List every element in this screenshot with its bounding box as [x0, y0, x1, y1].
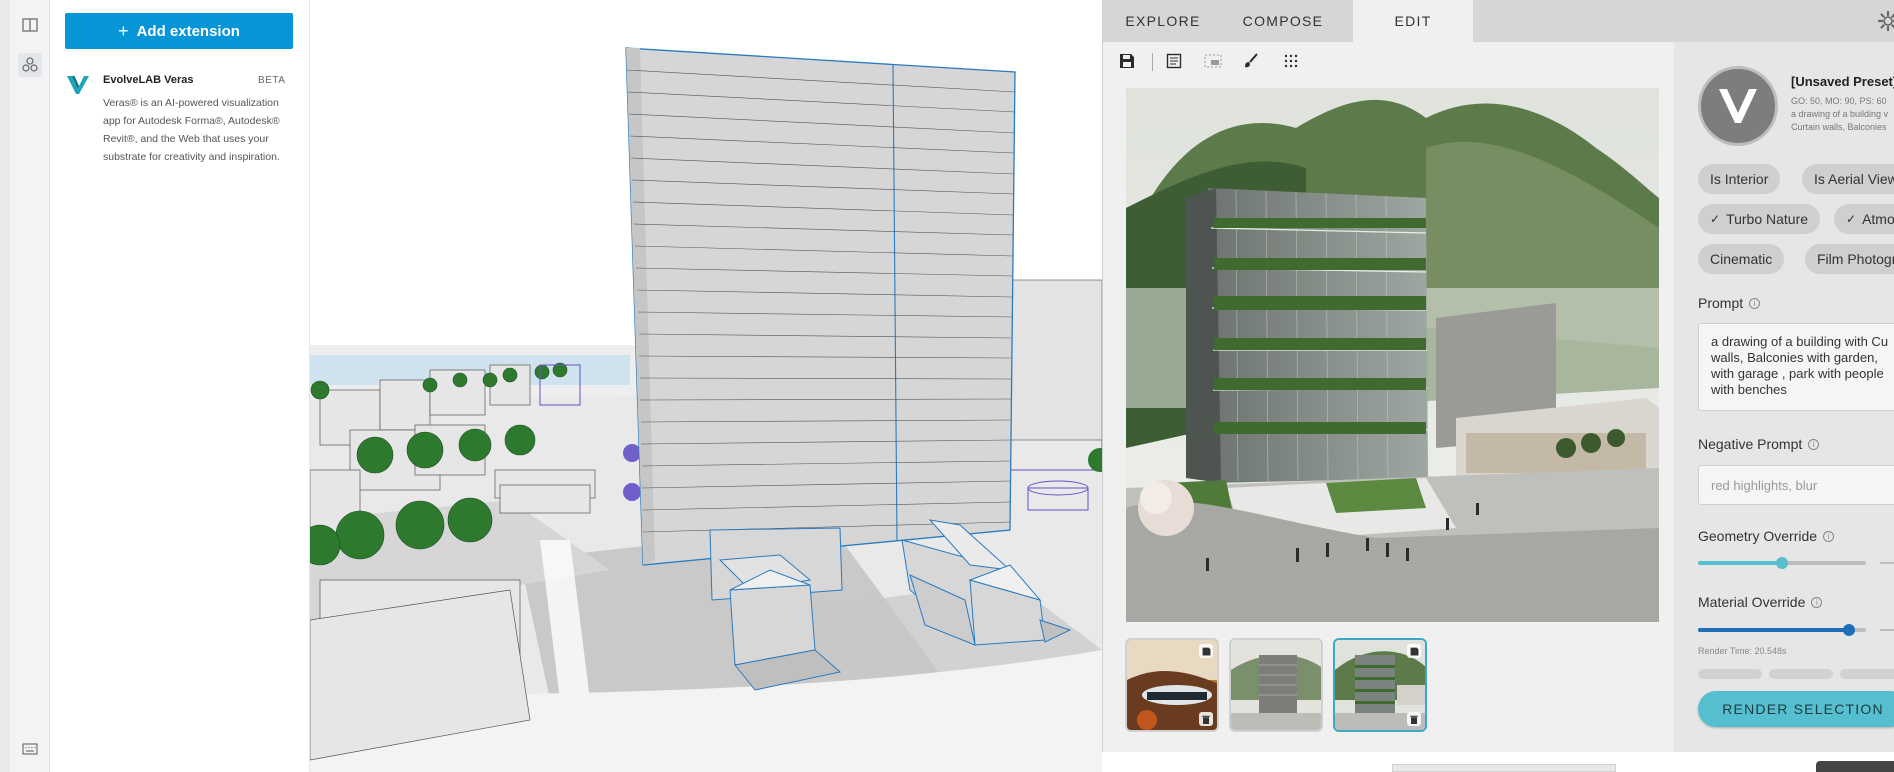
veras-logo-icon [65, 72, 91, 98]
beta-badge: BETA [258, 75, 286, 86]
chip-label: Turbo Nature [1726, 211, 1809, 227]
app-root: + Add extension EvolveLAB Veras BETA Ver… [0, 0, 1894, 772]
info-icon[interactable]: i [1811, 596, 1823, 608]
save-icon[interactable] [1116, 50, 1138, 72]
veras-window: EXPLORE COMPOSE EDIT [Unsaved Preset] GO… [1102, 0, 1894, 752]
slider-fill [1698, 628, 1850, 632]
negative-prompt-input[interactable]: red highlights, blur [1698, 465, 1894, 505]
preset-meta: GO: 50, MO: 90, PS: 60 a drawing of a bu… [1791, 95, 1888, 134]
material-override-slider[interactable] [1698, 624, 1866, 636]
toolbar-divider [1152, 53, 1153, 71]
slider-handle[interactable] [1843, 624, 1856, 636]
crop-region-icon[interactable] [1202, 50, 1224, 72]
preset-tags-preview: Curtain walls, Balconies [1791, 122, 1887, 132]
extension-panel: + Add extension EvolveLAB Veras BETA Ver… [50, 0, 310, 772]
info-icon[interactable]: i [1749, 297, 1761, 309]
chip-label: Is Aerial View [1814, 171, 1894, 187]
rendered-image[interactable] [1126, 88, 1659, 622]
chip-cinematic[interactable]: Cinematic [1698, 244, 1785, 274]
document-icon[interactable] [1163, 50, 1185, 72]
geometry-override-label: Geometry Override i [1698, 528, 1835, 544]
edit-toolbar [1103, 44, 1663, 78]
icon-rail [10, 0, 50, 772]
material-override-label: Material Override i [1698, 594, 1823, 610]
tab-explore[interactable]: EXPLORE [1103, 0, 1223, 42]
save-thumbnail-icon[interactable] [1407, 644, 1421, 658]
chip-film-photography[interactable]: Film Photogra [1805, 244, 1894, 274]
settings-panel: [Unsaved Preset] GO: 50, MO: 90, PS: 60 … [1674, 42, 1894, 752]
keyboard-icon[interactable] [18, 737, 42, 761]
chip-atmos[interactable]: ✓ Atmos [1834, 204, 1894, 234]
negative-prompt-label: Negative Prompt i [1698, 436, 1820, 452]
check-icon: ✓ [1710, 212, 1721, 226]
chip-is-aerial-view[interactable]: Is Aerial View [1802, 164, 1894, 194]
3d-viewport[interactable] [310, 0, 1102, 772]
loading-placeholder [1698, 669, 1762, 679]
info-icon[interactable]: i [1808, 438, 1820, 450]
preset-prompt-preview: a drawing of a building v [1791, 109, 1889, 119]
preset-title: [Unsaved Preset] [1791, 74, 1894, 89]
check-icon: ✓ [1846, 212, 1857, 226]
taskbar-dark-tab[interactable] [1816, 761, 1894, 772]
prompt-textarea[interactable]: a drawing of a building with Cu walls, B… [1698, 323, 1894, 411]
info-icon[interactable]: i [1823, 530, 1835, 542]
chip-label: Atmos [1862, 211, 1894, 227]
negative-prompt-label-text: Negative Prompt [1698, 436, 1803, 452]
book-icon[interactable] [18, 13, 42, 37]
material-override-label-text: Material Override [1698, 594, 1806, 610]
save-thumbnail-icon[interactable] [1199, 644, 1213, 658]
plus-icon: + [118, 20, 129, 41]
history-thumbnail[interactable] [1229, 638, 1323, 732]
preset-avatar-icon[interactable] [1698, 66, 1778, 146]
slider-tick [1880, 629, 1894, 631]
chip-label: Film Photogra [1817, 251, 1894, 267]
render-selection-button[interactable]: RENDER SELECTION [1698, 691, 1894, 727]
settings-gear-icon[interactable] [1877, 10, 1894, 32]
grid-icon[interactable] [1280, 50, 1302, 72]
extension-description: Veras® is an AI-powered visualization ap… [103, 97, 280, 163]
slider-handle[interactable] [1776, 557, 1788, 569]
preset-settings-summary: GO: 50, MO: 90, PS: 60 [1791, 96, 1887, 106]
geometry-override-label-text: Geometry Override [1698, 528, 1818, 544]
left-edge-strip [0, 0, 10, 772]
loading-placeholder [1840, 669, 1894, 679]
history-thumbnail[interactable] [1125, 638, 1219, 732]
tab-compose[interactable]: COMPOSE [1223, 0, 1343, 42]
chip-label: Is Interior [1710, 171, 1769, 187]
loading-placeholder [1769, 669, 1833, 679]
extensions-icon[interactable] [18, 53, 42, 77]
prompt-label: Prompt i [1698, 295, 1761, 311]
tab-bar: EXPLORE COMPOSE EDIT [1103, 0, 1894, 42]
chip-label: Cinematic [1710, 251, 1773, 267]
chip-is-interior[interactable]: Is Interior [1698, 164, 1781, 194]
prompt-label-text: Prompt [1698, 295, 1744, 311]
brush-icon[interactable] [1240, 50, 1262, 72]
slider-tick [1880, 562, 1894, 564]
extension-name: EvolveLAB Veras [103, 74, 194, 86]
chip-turbo-nature[interactable]: ✓ Turbo Nature [1698, 204, 1821, 234]
tab-edit[interactable]: EDIT [1353, 0, 1473, 42]
slider-fill [1698, 561, 1782, 565]
delete-thumbnail-icon[interactable] [1199, 712, 1213, 726]
delete-thumbnail-icon[interactable] [1407, 712, 1421, 726]
geometry-override-slider[interactable] [1698, 557, 1866, 569]
add-extension-label: Add extension [136, 22, 240, 40]
render-time: Render Time: 20.548s [1698, 646, 1787, 656]
add-extension-button[interactable]: + Add extension [65, 13, 293, 49]
history-thumbnail-selected[interactable] [1333, 638, 1427, 732]
taskbar-ghost [1392, 764, 1616, 772]
